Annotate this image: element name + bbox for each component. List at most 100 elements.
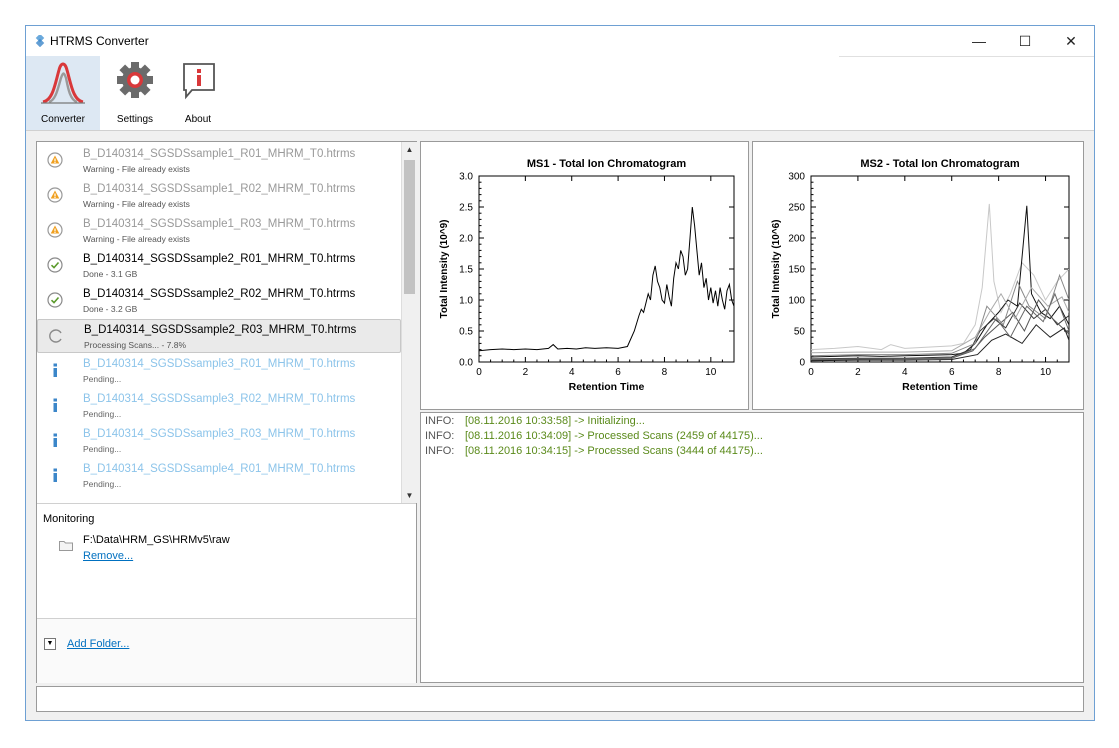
log-level: INFO: (425, 415, 455, 427)
minimize-button[interactable]: — (956, 26, 1002, 56)
left-panel: B_D140314_SGSDSsample1_R01_MHRM_T0.htrms… (36, 141, 417, 683)
x-tick-label: 0 (808, 367, 814, 378)
series-line (811, 273, 1069, 357)
monitored-folder-path: F:\Data\HRM_GS\HRMv5\raw (83, 534, 230, 546)
y-axis-label: Total Intensity (10^9) (439, 219, 450, 318)
file-status: Pending... (83, 444, 122, 454)
x-tick-label: 6 (615, 367, 621, 378)
series-line (811, 292, 1069, 360)
add-folder-dropdown-button[interactable]: ▼ (44, 638, 56, 650)
ribbon-divider (839, 56, 1094, 57)
log-level: INFO: (425, 445, 455, 457)
file-status: Pending... (83, 409, 122, 419)
title-bar: HTRMS Converter — ☐ ✕ (26, 26, 1094, 56)
scroll-down-arrow-icon[interactable]: ▼ (402, 488, 417, 503)
settings-tab-label: Settings (116, 114, 154, 125)
file-list-item[interactable]: B_D140314_SGSDSsample2_R01_MHRM_T0.htrms… (37, 249, 401, 283)
status-bar (36, 686, 1084, 712)
x-axis-label: Retention Time (902, 381, 978, 393)
log-panel[interactable]: INFO: [08.11.2016 10:33:58] -> Initializi… (420, 412, 1084, 683)
file-name: B_D140314_SGSDSsample1_R02_MHRM_T0.htrms (83, 183, 356, 195)
close-button[interactable]: ✕ (1048, 26, 1094, 56)
file-name: B_D140314_SGSDSsample2_R03_MHRM_T0.htrms (84, 324, 357, 336)
file-list-item[interactable]: B_D140314_SGSDSsample1_R02_MHRM_T0.htrms… (37, 179, 401, 213)
y-tick-label: 3.0 (459, 172, 473, 183)
log-level: INFO: (425, 430, 455, 442)
file-list-item[interactable]: B_D140314_SGSDSsample3_R01_MHRM_T0.htrms… (37, 354, 401, 388)
file-name: B_D140314_SGSDSsample1_R03_MHRM_T0.htrms (83, 218, 356, 230)
y-axis-label: Total Intensity (10^6) (771, 219, 782, 318)
x-tick-label: 10 (705, 367, 717, 378)
file-name: B_D140314_SGSDSsample2_R02_MHRM_T0.htrms (83, 288, 356, 300)
scrollbar-thumb[interactable] (404, 160, 415, 294)
file-list-item[interactable]: B_D140314_SGSDSsample1_R03_MHRM_T0.htrms… (37, 214, 401, 248)
file-status: Pending... (83, 479, 122, 489)
gear-icon (117, 62, 153, 98)
plot-area-frame (478, 175, 735, 363)
log-message: [08.11.2016 10:34:15] -> Processed Scans… (465, 445, 763, 457)
file-list-item-selected[interactable]: B_D140314_SGSDSsample2_R03_MHRM_T0.htrms… (37, 319, 401, 353)
add-folder-bar: ▼ Add Folder... (37, 618, 416, 683)
file-queue-list[interactable]: B_D140314_SGSDSsample1_R01_MHRM_T0.htrms… (37, 142, 401, 503)
remove-folder-link[interactable]: Remove... (83, 550, 133, 562)
file-list-scrollbar[interactable]: ▲ ▼ (401, 142, 417, 503)
series-line (811, 286, 1069, 354)
y-tick-label: 1.5 (459, 265, 473, 276)
file-name: B_D140314_SGSDSsample1_R01_MHRM_T0.htrms (83, 148, 356, 160)
x-tick-label: 8 (662, 367, 668, 378)
converter-tab-button[interactable]: Converter (26, 56, 100, 130)
converter-tab-label: Converter (41, 114, 85, 125)
y-tick-label: 150 (788, 265, 805, 276)
x-tick-label: 10 (1040, 367, 1052, 378)
info-icon (53, 398, 57, 412)
file-list-item[interactable]: B_D140314_SGSDSsample2_R02_MHRM_T0.htrms… (37, 284, 401, 318)
warning-icon (47, 187, 63, 203)
app-window: HTRMS Converter — ☐ ✕ Converter Settings… (25, 25, 1095, 721)
x-tick-label: 6 (949, 367, 955, 378)
file-status: Done - 3.1 GB (83, 269, 138, 279)
y-tick-label: 1.0 (459, 296, 473, 307)
file-status: Warning - File already exists (83, 199, 190, 209)
ribbon: Converter Settings About (26, 56, 1094, 131)
log-message: [08.11.2016 10:33:58] -> Initializing... (465, 415, 645, 427)
about-tab-label: About (184, 114, 212, 125)
y-tick-label: 0.5 (459, 327, 473, 338)
series-line (811, 302, 1069, 360)
file-status: Processing Scans... - 7.8% (84, 340, 187, 350)
y-tick-label: 200 (788, 234, 805, 245)
log-line: INFO: [08.11.2016 10:34:09] -> Processed … (425, 430, 763, 442)
y-tick-label: 0 (799, 358, 805, 369)
file-name: B_D140314_SGSDSsample4_R01_MHRM_T0.htrms (83, 463, 356, 475)
x-tick-label: 2 (855, 367, 861, 378)
warning-icon (47, 222, 63, 238)
file-name: B_D140314_SGSDSsample3_R03_MHRM_T0.htrms (83, 428, 356, 440)
file-list-item[interactable]: B_D140314_SGSDSsample1_R01_MHRM_T0.htrms… (37, 144, 401, 178)
spinner-icon (49, 329, 62, 343)
file-status: Warning - File already exists (83, 234, 190, 244)
y-tick-label: 50 (794, 327, 806, 338)
series-line (811, 205, 1069, 358)
settings-tab-button[interactable]: Settings (104, 56, 166, 130)
info-icon (53, 468, 57, 482)
app-logo-icon (35, 35, 45, 47)
y-tick-label: 2.0 (459, 234, 473, 245)
file-status: Warning - File already exists (83, 164, 190, 174)
about-tab-button[interactable]: About (170, 56, 226, 130)
file-status: Done - 3.2 GB (83, 304, 138, 314)
scroll-up-arrow-icon[interactable]: ▲ (402, 142, 417, 157)
add-folder-link[interactable]: Add Folder... (67, 638, 129, 650)
warning-icon (47, 152, 63, 168)
ms1-chart: MS1 - Total Ion Chromatogram 0 2 4 6 8 10 0.0 0.… (439, 158, 735, 393)
ms2-chart-panel: MS2 - Total Ion Chromatogram 0 2 4 6 8 10 0 50 10… (752, 141, 1084, 410)
log-message: [08.11.2016 10:34:09] -> Processed Scans… (465, 430, 763, 442)
y-tick-label: 2.5 (459, 203, 473, 214)
log-line: INFO: [08.11.2016 10:33:58] -> Initializi… (425, 415, 645, 427)
maximize-button[interactable]: ☐ (1002, 26, 1048, 56)
window-title: HTRMS Converter (50, 34, 149, 48)
file-name: B_D140314_SGSDSsample3_R01_MHRM_T0.htrms (83, 358, 356, 370)
file-list-item[interactable]: B_D140314_SGSDSsample4_R01_MHRM_T0.htrms… (37, 459, 401, 493)
file-name: B_D140314_SGSDSsample3_R02_MHRM_T0.htrms (83, 393, 356, 405)
file-list-item[interactable]: B_D140314_SGSDSsample3_R02_MHRM_T0.htrms… (37, 389, 401, 423)
file-list-item[interactable]: B_D140314_SGSDSsample3_R03_MHRM_T0.htrms… (37, 424, 401, 458)
info-icon (53, 433, 57, 447)
